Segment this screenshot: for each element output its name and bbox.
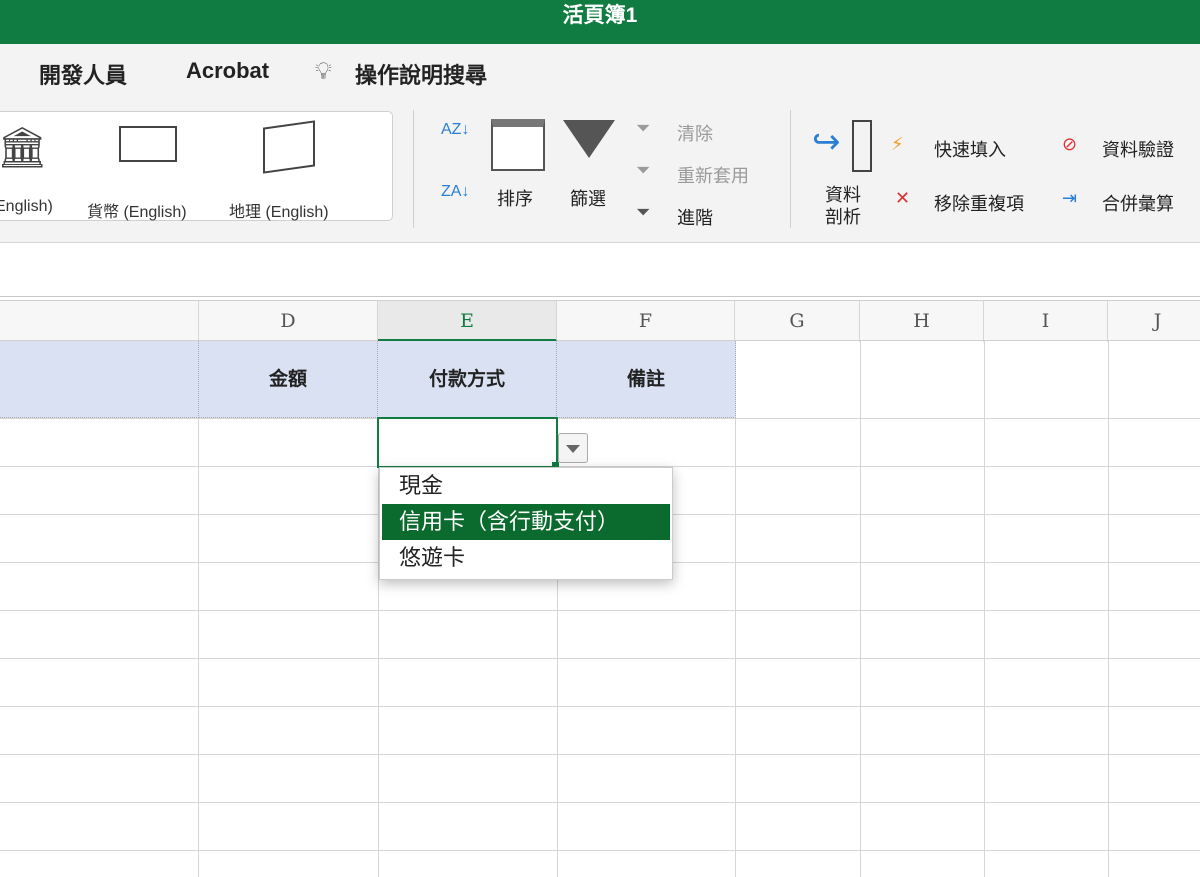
active-cell[interactable] bbox=[377, 417, 558, 468]
column-header-d[interactable]: D bbox=[199, 301, 378, 342]
tell-me-search[interactable]: 操作說明搜尋 bbox=[355, 58, 487, 90]
sort-button[interactable]: 排序 bbox=[497, 185, 533, 211]
filter-icon bbox=[563, 120, 615, 158]
header-cell-notes[interactable]: 備註 bbox=[557, 341, 736, 418]
gridline bbox=[0, 610, 1200, 611]
tab-developer[interactable]: 開發人員 bbox=[39, 58, 127, 90]
lightbulb-icon: 💡︎ bbox=[315, 58, 332, 85]
ribbon: 🏛︎ English) 貨幣 (English) 地理 (English) AZ… bbox=[0, 100, 1200, 243]
dropdown-option-credit-card[interactable]: 信用卡（含行動支付） bbox=[382, 504, 670, 540]
tab-acrobat[interactable]: Acrobat bbox=[186, 58, 269, 84]
clear-filter-icon: ⏷ bbox=[636, 118, 651, 138]
data-validation-button[interactable]: 資料驗證 bbox=[1102, 136, 1174, 162]
formula-bar[interactable] bbox=[0, 243, 1200, 297]
consolidate-icon: ⇥ bbox=[1062, 188, 1078, 208]
data-validation-icon: ⊘ bbox=[1062, 134, 1078, 154]
gridline bbox=[860, 341, 861, 877]
reapply-button[interactable]: 重新套用 bbox=[677, 162, 749, 188]
reapply-icon: ⏷ bbox=[636, 160, 651, 180]
clear-button[interactable]: 清除 bbox=[677, 120, 713, 146]
gridline bbox=[0, 850, 1200, 851]
column-header-h[interactable]: H bbox=[860, 301, 984, 342]
flash-fill-icon: ⚡︎ bbox=[891, 134, 904, 154]
validation-dropdown-list: 現金 信用卡（含行動支付） 悠遊卡 bbox=[379, 467, 673, 580]
flash-fill-button[interactable]: 快速填入 bbox=[934, 136, 1006, 162]
advanced-button[interactable]: 進階 bbox=[677, 204, 713, 230]
data-type-currency[interactable]: 貨幣 (English) bbox=[87, 198, 187, 222]
sort-a-z-label: AZ bbox=[441, 121, 462, 138]
sort-z-a-label: ZA bbox=[441, 183, 462, 200]
column-headers: D E F G H I J bbox=[0, 300, 1200, 342]
data-types-gallery: 🏛︎ English) 貨幣 (English) 地理 (English) bbox=[0, 111, 393, 221]
remove-duplicates-button[interactable]: 移除重複項 bbox=[934, 190, 1024, 216]
column-header-g[interactable]: G bbox=[735, 301, 860, 342]
gridline bbox=[984, 341, 985, 877]
column-header-c[interactable] bbox=[0, 301, 199, 342]
sort-icon bbox=[491, 119, 545, 171]
filter-button[interactable]: 篩選 bbox=[570, 185, 606, 211]
gridline bbox=[0, 706, 1200, 707]
sort-z-a-button[interactable]: ZA↓ bbox=[441, 184, 471, 200]
map-icon bbox=[263, 120, 315, 174]
advanced-filter-icon: ⏷ bbox=[636, 202, 651, 222]
dropdown-arrow-button[interactable] bbox=[558, 433, 588, 463]
column-header-i[interactable]: I bbox=[984, 301, 1108, 342]
gridline bbox=[1108, 341, 1109, 877]
currency-icon bbox=[119, 126, 177, 162]
data-type-geography[interactable]: 地理 (English) bbox=[229, 198, 329, 222]
column-header-e[interactable]: E bbox=[378, 301, 557, 342]
column-header-j[interactable]: J bbox=[1108, 301, 1200, 342]
text-to-columns-icon: ↪︎ bbox=[812, 123, 841, 161]
gridline bbox=[0, 658, 1200, 659]
gridline bbox=[0, 754, 1200, 755]
dropdown-option-easycard[interactable]: 悠遊卡 bbox=[382, 540, 670, 576]
text-to-columns-button[interactable]: 資料剖析 bbox=[825, 184, 865, 228]
ribbon-tabs: 開發人員 Acrobat 💡︎ 操作說明搜尋 bbox=[0, 44, 1200, 100]
gridline bbox=[735, 341, 736, 877]
bank-icon: 🏛︎ bbox=[0, 126, 48, 170]
consolidate-button[interactable]: 合併彙算 bbox=[1102, 190, 1174, 216]
separator bbox=[413, 110, 414, 228]
gridline bbox=[0, 802, 1200, 803]
gridline bbox=[0, 418, 1200, 419]
sort-a-z-button[interactable]: AZ↓ bbox=[441, 122, 471, 138]
header-cell-amount[interactable]: 金額 bbox=[199, 341, 378, 418]
columns-icon bbox=[852, 120, 872, 172]
column-header-f[interactable]: F bbox=[557, 301, 735, 342]
separator bbox=[790, 110, 791, 228]
window-title-bar: 活頁簿1 bbox=[0, 0, 1200, 44]
window-title: 活頁簿1 bbox=[562, 4, 638, 27]
gridline bbox=[198, 341, 199, 877]
header-cell-payment-method[interactable]: 付款方式 bbox=[378, 341, 557, 418]
dropdown-option-cash[interactable]: 現金 bbox=[382, 468, 670, 504]
header-cell-c[interactable] bbox=[0, 341, 199, 418]
remove-duplicates-icon: ✕ bbox=[895, 188, 911, 208]
data-type-stocks[interactable]: English) bbox=[0, 198, 53, 216]
